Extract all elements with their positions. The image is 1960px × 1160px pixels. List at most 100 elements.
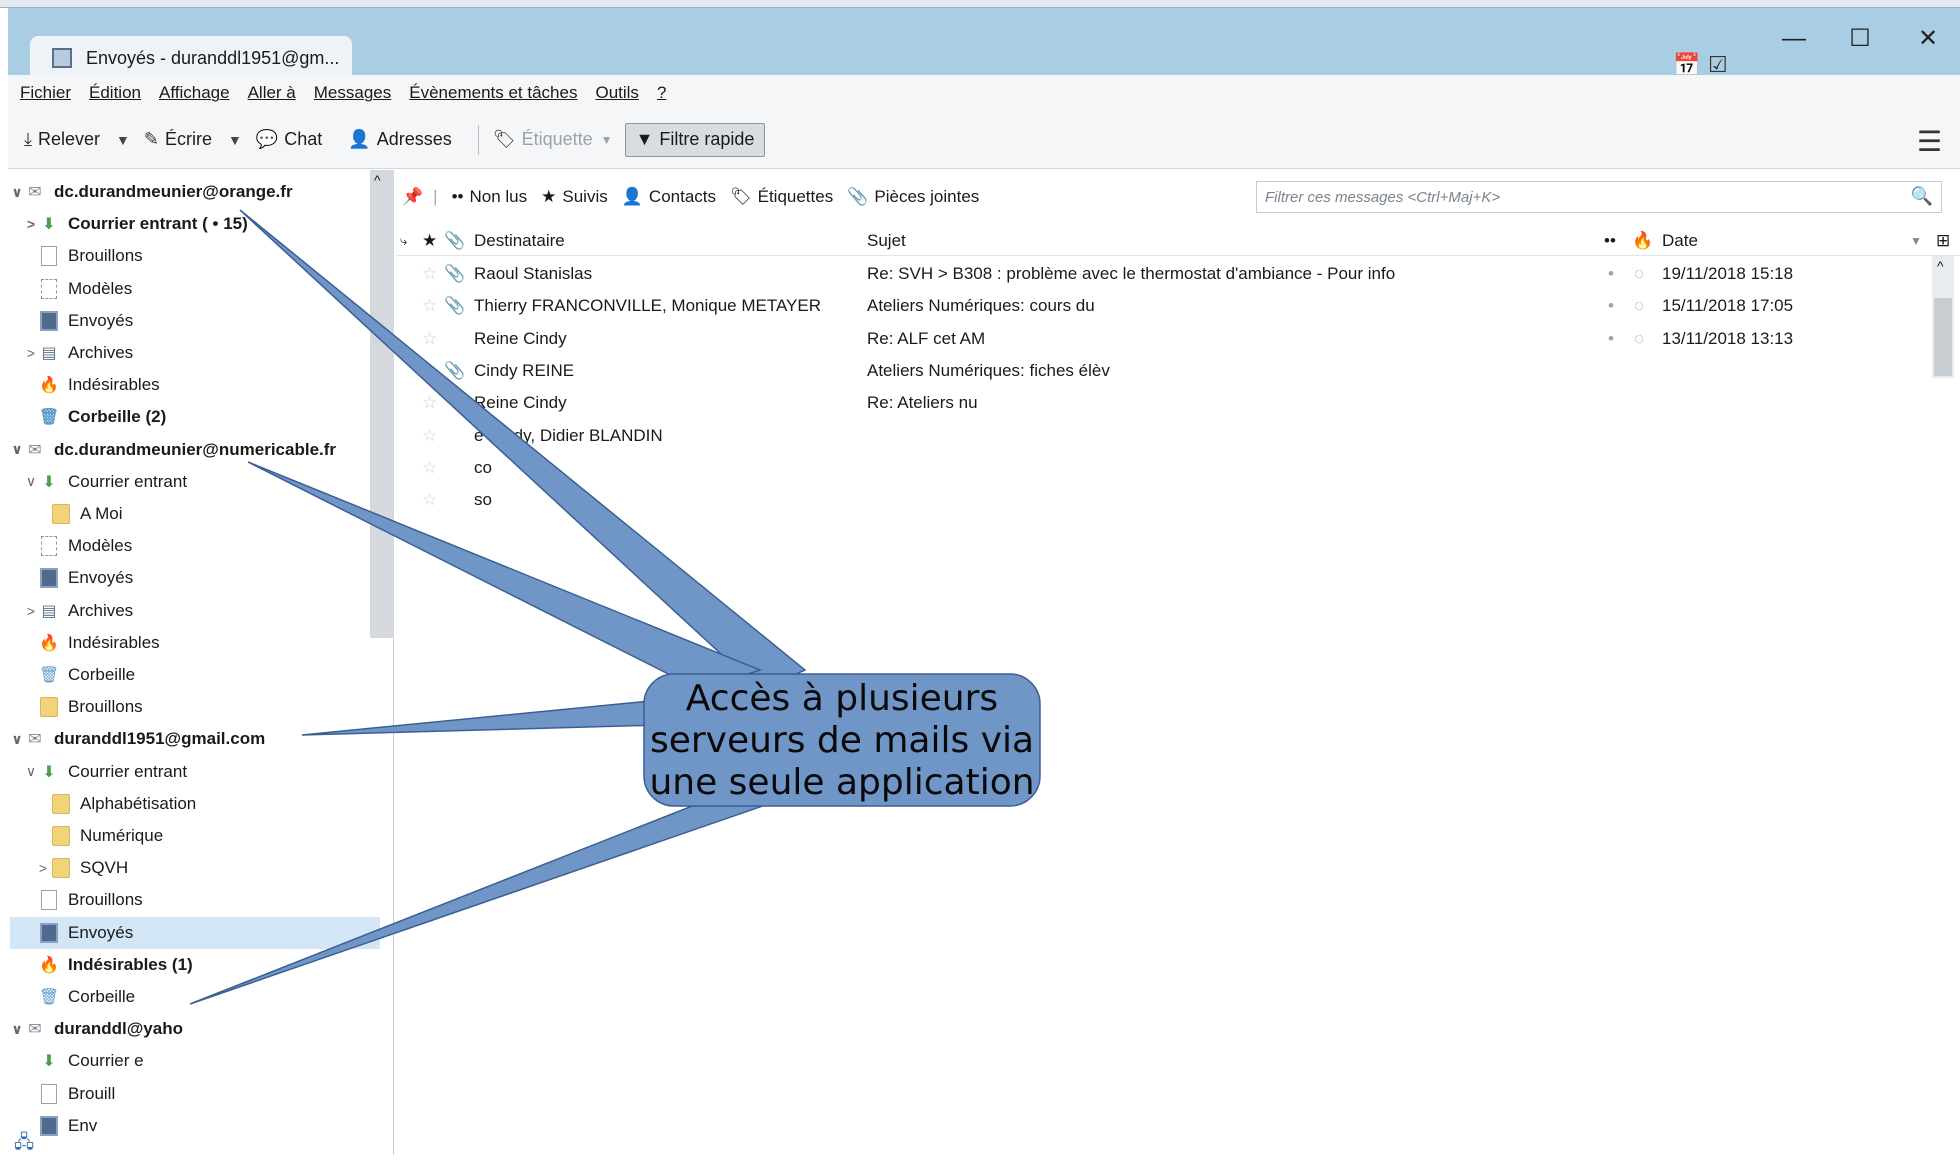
- folder-pane-scrollbar[interactable]: ^: [370, 170, 394, 638]
- folder-row[interactable]: > ▤ Archives: [10, 337, 380, 369]
- menu-tools[interactable]: Outils: [595, 83, 638, 103]
- chevron-right-icon[interactable]: >: [24, 216, 38, 232]
- scroll-up-icon[interactable]: ^: [1937, 258, 1944, 274]
- unread-dot-icon[interactable]: •: [1608, 296, 1614, 316]
- account-row[interactable]: ∨ ✉ duranddl1951@gmail.com: [10, 723, 380, 755]
- chevron-down-icon[interactable]: ∨: [10, 1021, 24, 1038]
- scrollbar-thumb[interactable]: [1934, 298, 1952, 376]
- recipient-column-header[interactable]: Destinataire: [474, 231, 565, 251]
- filter-starred-button[interactable]: ★ Suivis: [541, 187, 608, 207]
- chevron-down-icon[interactable]: ∨: [10, 441, 24, 458]
- account-row[interactable]: ∨ ✉ dc.durandmeunier@numericable.fr: [10, 434, 380, 466]
- folder-row[interactable]: 🔥 Indésirables: [10, 627, 380, 659]
- star-icon[interactable]: ☆: [422, 296, 437, 316]
- menu-view[interactable]: Affichage: [159, 83, 230, 103]
- message-row[interactable]: ☆ so: [396, 484, 1936, 516]
- chevron-down-icon[interactable]: ∨: [24, 473, 38, 490]
- minimize-button[interactable]: —: [1764, 22, 1824, 56]
- message-row[interactable]: ☆ 📎 Raoul Stanislas Re: SVH > B308 : problè…: [396, 258, 1936, 290]
- attachment-column-icon[interactable]: 📎: [444, 231, 465, 251]
- unread-dot-icon[interactable]: •: [1608, 264, 1614, 284]
- tab-sent[interactable]: Envoyés - duranddl1951@gm...: [30, 36, 352, 80]
- folder-row[interactable]: > ▤ Archives: [10, 595, 380, 627]
- folder-row[interactable]: Modèles: [10, 273, 380, 305]
- folder-row[interactable]: Brouill: [10, 1078, 380, 1110]
- chevron-down-icon[interactable]: ∨: [10, 184, 24, 201]
- menu-events[interactable]: Évènements et tâches: [409, 83, 577, 103]
- junk-column-icon[interactable]: 🔥: [1632, 231, 1653, 251]
- folder-row[interactable]: Brouillons: [10, 884, 380, 916]
- junk-status-icon[interactable]: ◌: [1634, 264, 1644, 284]
- folder-row[interactable]: Envoyés: [10, 305, 380, 337]
- chevron-down-icon[interactable]: ∨: [24, 763, 38, 780]
- message-row[interactable]: ☆ 📎 Cindy REINE Ateliers Numériques: fiches…: [396, 355, 1936, 387]
- star-icon[interactable]: ☆: [422, 426, 437, 446]
- filter-contacts-button[interactable]: 👤 Contacts: [622, 187, 716, 207]
- sticky-pin-icon[interactable]: 📌: [402, 187, 423, 207]
- filter-unread-button[interactable]: •• Non lus: [452, 187, 528, 207]
- chevron-right-icon[interactable]: >: [24, 345, 38, 361]
- write-button[interactable]: ✎ Écrire: [144, 129, 212, 150]
- chevron-right-icon[interactable]: >: [36, 860, 50, 876]
- star-icon[interactable]: ☆: [422, 458, 437, 478]
- folder-row[interactable]: Alphabétisation: [10, 788, 380, 820]
- column-picker-icon[interactable]: ⊞: [1936, 231, 1950, 251]
- scroll-up-icon[interactable]: ^: [374, 172, 381, 188]
- subject-column-header[interactable]: Sujet: [867, 231, 906, 251]
- menu-file[interactable]: Fichier: [20, 83, 71, 103]
- chevron-right-icon[interactable]: >: [24, 603, 38, 619]
- folder-row[interactable]: 🗑 Corbeille: [10, 981, 380, 1013]
- menu-message[interactable]: Messages: [314, 83, 391, 103]
- junk-status-icon[interactable]: ◌: [1634, 329, 1644, 349]
- message-row[interactable]: ☆ 📎 Thierry FRANCONVILLE, Monique METAYER A…: [396, 290, 1936, 322]
- filter-attachments-button[interactable]: 📎 Pièces jointes: [847, 187, 979, 207]
- star-icon[interactable]: ☆: [422, 329, 437, 349]
- unread-dot-icon[interactable]: •: [1608, 329, 1614, 349]
- get-mail-button[interactable]: ⤓ Relever: [24, 129, 100, 150]
- tag-button[interactable]: 🏷 Étiquette ▼: [493, 129, 613, 150]
- folder-row[interactable]: ∨ ⬇ Courrier entrant: [10, 756, 380, 788]
- account-row[interactable]: ∨ ✉ dc.durandmeunier@orange.fr: [10, 176, 380, 208]
- maximize-button[interactable]: ☐: [1830, 22, 1890, 56]
- filter-messages-input[interactable]: Filtrer ces messages <Ctrl+Maj+K> 🔍: [1256, 181, 1942, 213]
- star-icon[interactable]: ☆: [422, 264, 437, 284]
- filter-tags-button[interactable]: 🏷 Étiquettes: [730, 187, 833, 207]
- folder-row[interactable]: > ⬇ Courrier entrant ( • 15): [10, 208, 380, 240]
- folder-row[interactable]: A Moi: [10, 498, 380, 530]
- message-row[interactable]: ☆ e Cindy, Didier BLANDIN: [396, 420, 1936, 452]
- get-mail-dropdown[interactable]: ▼: [116, 132, 130, 148]
- quick-filter-button[interactable]: ▼ Filtre rapide: [624, 122, 766, 157]
- folder-row[interactable]: Env: [10, 1110, 380, 1142]
- menu-help[interactable]: ?: [657, 83, 666, 103]
- folder-row[interactable]: Envoyés: [10, 916, 380, 949]
- junk-status-icon[interactable]: ◌: [1634, 296, 1644, 316]
- starred-column-icon[interactable]: ★: [422, 231, 437, 251]
- folder-row[interactable]: Envoyés: [10, 562, 380, 594]
- message-list-scrollbar[interactable]: ^: [1932, 256, 1954, 378]
- folder-row[interactable]: Modèles: [10, 530, 380, 562]
- folder-row[interactable]: Brouillons: [10, 691, 380, 723]
- hamburger-menu-icon[interactable]: ☰: [1917, 125, 1942, 158]
- unread-column-icon[interactable]: ••: [1604, 231, 1616, 251]
- chat-button[interactable]: 💬 Chat: [256, 129, 322, 150]
- date-column-header[interactable]: Date: [1662, 231, 1698, 251]
- message-row[interactable]: ☆ Reine Cindy Re: Ateliers nu: [396, 387, 1936, 419]
- folder-row[interactable]: > SQVH: [10, 852, 380, 884]
- folder-row[interactable]: 🔥 Indésirables: [10, 369, 380, 401]
- star-icon[interactable]: ☆: [422, 393, 437, 413]
- star-icon[interactable]: ☆: [422, 361, 437, 381]
- address-book-button[interactable]: 👤 Adresses: [348, 129, 451, 150]
- folder-row[interactable]: 🗑 Corbeille: [10, 659, 380, 691]
- folder-row[interactable]: 🔥 Indésirables (1): [10, 949, 380, 981]
- menu-go[interactable]: Aller à: [248, 83, 296, 103]
- message-row[interactable]: ☆ co: [396, 452, 1936, 484]
- folder-row[interactable]: ∨ ⬇ Courrier entrant: [10, 466, 380, 498]
- write-dropdown[interactable]: ▼: [228, 132, 242, 148]
- close-button[interactable]: ✕: [1898, 22, 1958, 56]
- message-row[interactable]: ☆ Reine Cindy Re: ALF cet AM • ◌ 13/11/2018 1…: [396, 323, 1936, 355]
- chevron-down-icon[interactable]: ∨: [10, 731, 24, 748]
- menu-edit[interactable]: Édition: [89, 83, 141, 103]
- thread-column-icon[interactable]: ⤷: [400, 233, 407, 249]
- folder-row[interactable]: Brouillons: [10, 240, 380, 272]
- search-icon[interactable]: 🔍: [1911, 186, 1933, 207]
